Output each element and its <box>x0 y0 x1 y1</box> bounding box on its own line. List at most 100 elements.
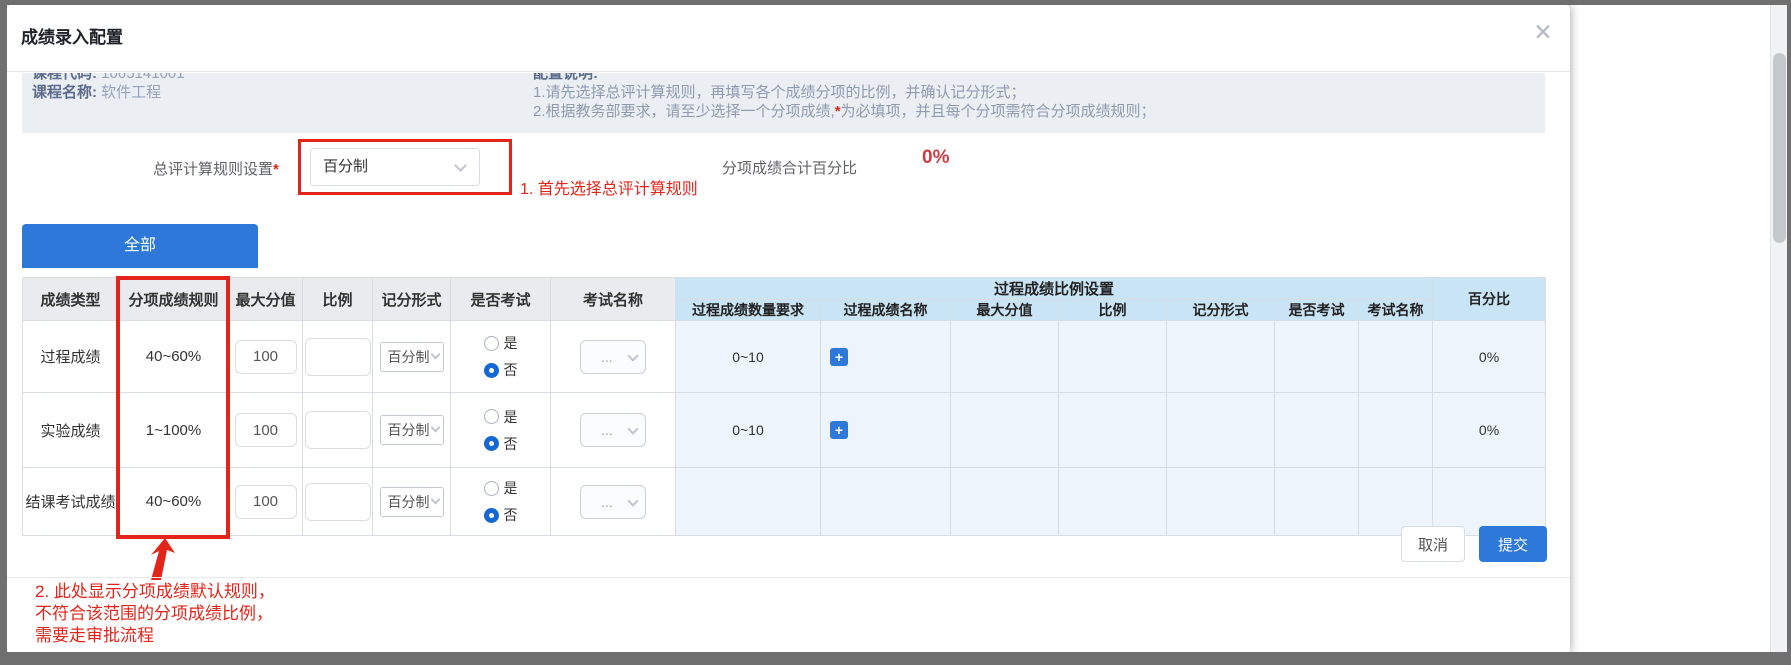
grade-entry-config-modal: 成绩录入配置 ✕ 课程代码: 1005141001 课程名称: 软件工程 配置说… <box>7 5 1570 653</box>
cell-sub-exam-name <box>1359 393 1433 468</box>
cell-sub-form <box>1167 393 1275 468</box>
ratio-input[interactable] <box>305 338 371 376</box>
ratio-input[interactable] <box>305 483 371 521</box>
cell-type: 实验成绩 <box>23 393 119 468</box>
cell-sub-form <box>1167 468 1275 536</box>
total-percent-value: 0% <box>922 147 949 169</box>
ratio-input[interactable] <box>305 411 371 449</box>
scrollbar-thumb[interactable] <box>1773 53 1786 243</box>
chevron-down-icon <box>627 495 638 506</box>
page-scrollbar[interactable] <box>1770 5 1787 652</box>
chevron-down-icon <box>430 423 440 433</box>
group-header-process-ratio: 过程成绩比例设置 <box>676 278 1433 300</box>
cell-form: 百分制 <box>373 321 451 393</box>
add-process-score-button[interactable]: + <box>830 348 848 366</box>
annotation-note1: 1. 首先选择总评计算规则 <box>520 175 698 199</box>
radio-circle-icon <box>484 409 499 424</box>
cell-sub-max <box>951 393 1059 468</box>
table-row-process-score: 过程成绩 40~60% 百分制 是 否 ... 0~10 + <box>23 321 1546 393</box>
cell-process-count <box>676 468 821 536</box>
grade-config-table: 成绩类型 分项成绩规则 最大分值 比例 记分形式 是否考试 考试名称 过程成绩比… <box>22 277 1546 536</box>
cell-is-exam: 是 否 <box>451 321 551 393</box>
radio-no[interactable]: 否 <box>484 505 518 525</box>
cell-type: 过程成绩 <box>23 321 119 393</box>
radio-circle-checked-icon <box>484 508 499 523</box>
cell-process-name: + <box>821 393 951 468</box>
cell-form: 百分制 <box>373 468 451 536</box>
window-edge <box>0 0 1791 5</box>
radio-yes[interactable]: 是 <box>484 407 518 427</box>
subcol-header-count: 过程成绩数量要求 <box>676 300 821 321</box>
window-edge <box>0 652 1791 665</box>
subcol-header-max: 最大分值 <box>951 300 1059 321</box>
cell-type: 结课考试成绩 <box>23 468 119 536</box>
exam-name-select[interactable]: ... <box>580 340 646 374</box>
exam-name-select[interactable]: ... <box>580 413 646 447</box>
col-header-percent: 百分比 <box>1433 278 1546 321</box>
modal-title: 成绩录入配置 <box>21 23 123 48</box>
chevron-down-icon <box>430 494 440 504</box>
col-header-ratio: 比例 <box>303 278 373 321</box>
course-code-row: 课程代码: 1005141001 <box>32 73 185 83</box>
table-row-experiment-score: 实验成绩 1~100% 百分制 是 否 ... 0~10 + <box>23 393 1546 468</box>
course-info-band: 课程代码: 1005141001 课程名称: 软件工程 配置说明: 1.请先选择… <box>22 73 1545 133</box>
total-percent-label: 分项成绩合计百分比 <box>722 157 857 178</box>
score-form-select[interactable]: 百分制 <box>380 342 444 372</box>
cell-sub-max <box>951 321 1059 393</box>
col-header-exam-name: 考试名称 <box>551 278 676 321</box>
max-score-input[interactable] <box>235 413 297 447</box>
cell-process-name <box>821 468 951 536</box>
score-form-select[interactable]: 百分制 <box>380 487 444 517</box>
cell-sub-ratio <box>1059 393 1167 468</box>
table-header-row-1: 成绩类型 分项成绩规则 最大分值 比例 记分形式 是否考试 考试名称 过程成绩比… <box>23 278 1546 300</box>
cell-sub-ratio <box>1059 321 1167 393</box>
cell-max <box>229 321 303 393</box>
close-icon[interactable]: ✕ <box>1530 19 1556 45</box>
annotation-note2: 2. 此处显示分项成绩默认规则， 不符合该范围的分项成绩比例， 需要走审批流程 <box>35 581 275 647</box>
screenshot-stage: 成绩录入配置 ✕ 课程代码: 1005141001 课程名称: 软件工程 配置说… <box>0 0 1791 665</box>
max-score-input[interactable] <box>235 340 297 374</box>
cell-sub-form <box>1167 321 1275 393</box>
course-name-row: 课程名称: 软件工程 <box>32 83 185 102</box>
radio-circle-checked-icon <box>484 363 499 378</box>
all-tab-button[interactable]: 全部 <box>22 224 258 268</box>
radio-circle-icon <box>484 481 499 496</box>
is-exam-radio-group: 是 否 <box>484 333 518 380</box>
radio-circle-icon <box>484 336 499 351</box>
rule-setting-label: 总评计算规则设置* <box>153 158 279 179</box>
annotation-box-rule-dropdown <box>298 139 512 195</box>
subcol-header-is-exam: 是否考试 <box>1275 300 1359 321</box>
radio-yes[interactable]: 是 <box>484 333 518 353</box>
cell-is-exam: 是 否 <box>451 468 551 536</box>
subcol-header-ratio: 比例 <box>1059 300 1167 321</box>
radio-no[interactable]: 否 <box>484 360 518 380</box>
config-note-line2: 2.根据教务部要求，请至少选择一个分项成绩,*为必填项，并且每个分项需符合分项成… <box>533 102 1156 121</box>
chevron-down-icon <box>430 349 440 359</box>
subcol-header-form: 记分形式 <box>1167 300 1275 321</box>
chevron-down-icon <box>627 350 638 361</box>
config-notes: 配置说明: 1.请先选择总评计算规则，再填写各个成绩分项的比例，并确认记分形式；… <box>533 73 1156 121</box>
cell-sub-is-exam <box>1275 393 1359 468</box>
cell-is-exam: 是 否 <box>451 393 551 468</box>
submit-button[interactable]: 提交 <box>1479 526 1547 562</box>
radio-yes[interactable]: 是 <box>484 478 518 498</box>
is-exam-radio-group: 是 否 <box>484 407 518 454</box>
exam-name-select[interactable]: ... <box>580 485 646 519</box>
add-process-score-button[interactable]: + <box>830 421 848 439</box>
annotation-box-rule-column <box>116 276 230 539</box>
cell-sub-max <box>951 468 1059 536</box>
required-asterisk: * <box>273 161 279 178</box>
cell-sub-ratio <box>1059 468 1167 536</box>
config-notes-heading: 配置说明: <box>533 73 1156 83</box>
cell-exam-name: ... <box>551 393 676 468</box>
cell-ratio <box>303 468 373 536</box>
cancel-button[interactable]: 取消 <box>1401 526 1465 562</box>
modal-header: 成绩录入配置 ✕ <box>7 5 1570 72</box>
is-exam-radio-group: 是 否 <box>484 478 518 525</box>
score-form-select[interactable]: 百分制 <box>380 415 444 445</box>
cell-sub-is-exam <box>1275 468 1359 536</box>
course-name-value: 软件工程 <box>101 84 161 101</box>
radio-no[interactable]: 否 <box>484 434 518 454</box>
max-score-input[interactable] <box>235 485 297 519</box>
cell-max <box>229 393 303 468</box>
